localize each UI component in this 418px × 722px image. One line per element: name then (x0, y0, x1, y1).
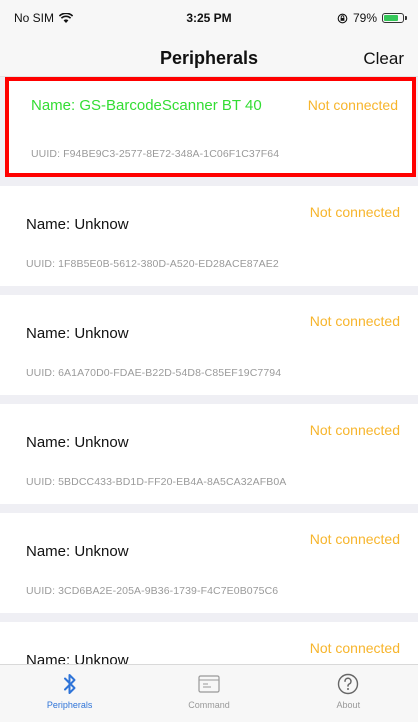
battery-fill (384, 15, 398, 21)
peripheral-row[interactable]: Name: Unknow Not connected UUID: 3CD6BA2… (0, 513, 418, 613)
peripheral-name: Name: Unknow (26, 543, 129, 560)
question-icon (336, 672, 360, 696)
navigation-bar: Peripherals Clear (0, 34, 418, 77)
peripheral-uuid: UUID: 3CD6BA2E-205A-9B36-1739-F4C7E0B075… (26, 585, 279, 597)
tab-bar: Peripherals Command About (0, 664, 418, 722)
connection-status: Not connected (307, 97, 398, 113)
peripheral-uuid: UUID: F94BE9C3-2577-8E72-348A-1C06F1C37F… (31, 148, 280, 160)
peripheral-uuid: UUID: 5BDCC433-BD1D-FF20-EB4A-8A5CA32AFB… (26, 476, 287, 488)
app-screen: No SIM 3:25 PM 79% Peripherals Clear Nam… (0, 0, 418, 722)
peripheral-row-selected[interactable]: Name: GS-BarcodeScanner BT 40 Not connec… (5, 77, 416, 177)
tab-label: Peripherals (46, 700, 93, 710)
clear-button[interactable]: Clear (363, 49, 404, 69)
peripheral-row[interactable]: Name: Unknow Not connected UUID: 1F8B5E0… (0, 186, 418, 286)
connection-status: Not connected (309, 640, 400, 656)
command-icon (197, 672, 221, 696)
battery-icon (382, 13, 407, 23)
peripheral-name: Name: Unknow (26, 325, 129, 342)
tab-label: Command (188, 700, 230, 710)
page-title: Peripherals (159, 48, 259, 68)
orientation-lock-icon (337, 13, 348, 24)
tab-about[interactable]: About (279, 665, 418, 722)
peripheral-row[interactable]: Name: Unknow Not connected (0, 622, 418, 665)
status-right: 79% (337, 11, 407, 25)
peripheral-name: Name: GS-BarcodeScanner BT 40 (31, 97, 262, 114)
connection-status: Not connected (309, 422, 400, 438)
tab-label: About (336, 700, 361, 710)
battery-tip (405, 16, 407, 20)
peripheral-uuid: UUID: 6A1A70D0-FDAE-B22D-54D8-C85EF19C77… (26, 367, 282, 379)
bluetooth-icon (58, 672, 82, 696)
peripheral-row[interactable]: Name: Unknow Not connected UUID: 5BDCC43… (0, 404, 418, 504)
status-bar: No SIM 3:25 PM 79% (0, 0, 418, 34)
connection-status: Not connected (309, 531, 400, 547)
tab-command[interactable]: Command (139, 665, 278, 722)
peripheral-name: Name: Unknow (26, 434, 129, 451)
peripheral-name: Name: Unknow (26, 216, 129, 233)
peripheral-uuid: UUID: 1F8B5E0B-5612-380D-A520-ED28ACE87A… (26, 258, 279, 270)
connection-status: Not connected (309, 313, 400, 329)
peripheral-row[interactable]: Name: Unknow Not connected UUID: 6A1A70D… (0, 295, 418, 395)
peripheral-list[interactable]: Name: GS-BarcodeScanner BT 40 Not connec… (0, 77, 418, 665)
tab-peripherals[interactable]: Peripherals (0, 665, 139, 722)
connection-status: Not connected (309, 204, 400, 220)
battery-percent: 79% (352, 11, 377, 25)
